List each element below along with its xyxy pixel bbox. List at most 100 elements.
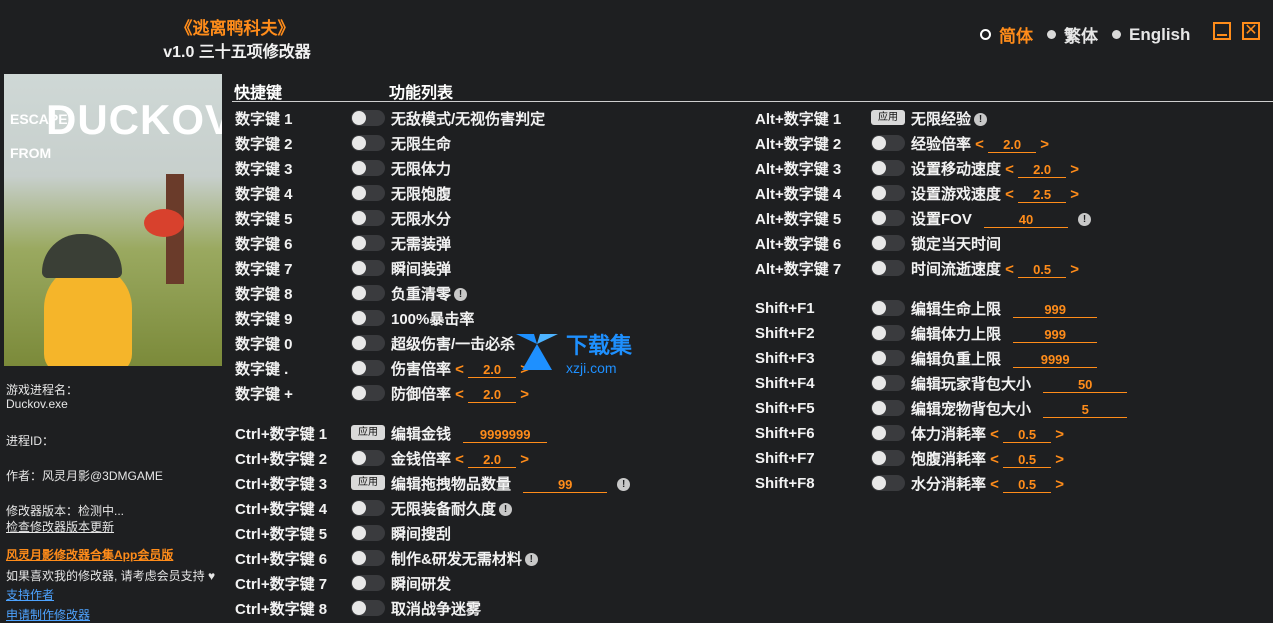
- feature-toggle[interactable]: [351, 550, 385, 566]
- apply-button[interactable]: 应用: [351, 475, 385, 490]
- feature-toggle[interactable]: [871, 160, 905, 176]
- check-update-link[interactable]: 检查修改器版本更新: [6, 518, 114, 535]
- apply-button[interactable]: 应用: [351, 425, 385, 440]
- feature-toggle[interactable]: [351, 360, 385, 376]
- feature-label: 无限经验!: [911, 108, 988, 129]
- decrease-arrow-icon[interactable]: <: [1001, 186, 1018, 203]
- value-field[interactable]: 0.5: [1003, 477, 1052, 493]
- value-field[interactable]: 0.5: [1003, 427, 1052, 443]
- value-field[interactable]: 2.0: [468, 452, 517, 468]
- info-icon[interactable]: !: [524, 553, 538, 567]
- hotkey-label: Shift+F2: [755, 324, 815, 342]
- hotkey-label: Ctrl+数字键 5: [235, 525, 328, 543]
- value-input[interactable]: 40: [984, 212, 1069, 228]
- feature-label: 瞬间装弹: [391, 258, 451, 279]
- value-field[interactable]: 0.5: [1003, 452, 1052, 468]
- increase-arrow-icon[interactable]: >: [1051, 426, 1064, 443]
- decrease-arrow-icon[interactable]: <: [986, 451, 1003, 468]
- feature-row: Ctrl+数字键 2 金钱倍率 < 2.0 >: [235, 448, 735, 468]
- decrease-arrow-icon[interactable]: <: [1001, 261, 1018, 278]
- feature-toggle[interactable]: [351, 525, 385, 541]
- feature-toggle[interactable]: [351, 600, 385, 616]
- feature-toggle[interactable]: [351, 285, 385, 301]
- increase-arrow-icon[interactable]: >: [516, 386, 529, 403]
- feature-toggle[interactable]: [871, 450, 905, 466]
- feature-toggle[interactable]: [871, 375, 905, 391]
- increase-arrow-icon[interactable]: >: [516, 451, 529, 468]
- increase-arrow-icon[interactable]: >: [1051, 451, 1064, 468]
- lang-simplified[interactable]: 简体: [980, 22, 1033, 47]
- feature-toggle[interactable]: [351, 210, 385, 226]
- value-field[interactable]: 2.0: [1018, 162, 1067, 178]
- value-input[interactable]: 99: [523, 477, 608, 493]
- feature-toggle[interactable]: [351, 185, 385, 201]
- feature-label-text: 时间流逝速度: [911, 260, 1002, 278]
- close-button[interactable]: ✕: [1242, 22, 1260, 40]
- info-icon[interactable]: !: [974, 113, 988, 127]
- decrease-arrow-icon[interactable]: <: [451, 361, 468, 378]
- feature-toggle[interactable]: [871, 325, 905, 341]
- support-author-link[interactable]: 支持作者: [6, 586, 54, 603]
- increase-arrow-icon[interactable]: >: [1036, 136, 1049, 153]
- info-icon[interactable]: !: [499, 503, 513, 517]
- info-icon[interactable]: !: [454, 288, 468, 302]
- feature-toggle[interactable]: [871, 425, 905, 441]
- feature-toggle[interactable]: [351, 575, 385, 591]
- feature-toggle[interactable]: [351, 260, 385, 276]
- lang-english[interactable]: English: [1112, 25, 1190, 45]
- feature-toggle[interactable]: [871, 235, 905, 251]
- increase-arrow-icon[interactable]: >: [1066, 261, 1079, 278]
- hotkey-label: Shift+F7: [755, 449, 815, 467]
- feature-toggle[interactable]: [871, 210, 905, 226]
- decrease-arrow-icon[interactable]: <: [986, 476, 1003, 493]
- value-input[interactable]: 999: [1013, 302, 1098, 318]
- info-icon[interactable]: !: [1078, 213, 1092, 227]
- value-field[interactable]: 2.0: [468, 387, 517, 403]
- info-icon[interactable]: !: [617, 478, 631, 492]
- feature-toggle[interactable]: [351, 450, 385, 466]
- feature-toggle[interactable]: [871, 350, 905, 366]
- increase-arrow-icon[interactable]: >: [1066, 161, 1079, 178]
- language-selector: 简体 繁体 English: [980, 22, 1204, 47]
- value-input[interactable]: 9999: [1013, 352, 1098, 368]
- feature-toggle[interactable]: [351, 310, 385, 326]
- decrease-arrow-icon[interactable]: <: [1001, 161, 1018, 178]
- feature-toggle[interactable]: [871, 260, 905, 276]
- value-input[interactable]: 50: [1043, 377, 1128, 393]
- feature-row: Shift+F4 编辑玩家背包大小 50: [755, 373, 1255, 393]
- feature-toggle[interactable]: [871, 300, 905, 316]
- value-field[interactable]: 2.5: [1018, 187, 1067, 203]
- hotkey-label: 数字键 9: [235, 310, 293, 328]
- decrease-arrow-icon[interactable]: <: [971, 136, 988, 153]
- minimize-button[interactable]: [1213, 22, 1231, 40]
- value-input[interactable]: 9999999: [463, 427, 548, 443]
- feature-toggle[interactable]: [351, 500, 385, 516]
- increase-arrow-icon[interactable]: >: [1066, 186, 1079, 203]
- value-field[interactable]: 0.5: [1018, 262, 1067, 278]
- apply-button[interactable]: 应用: [871, 110, 905, 125]
- feature-toggle[interactable]: [351, 160, 385, 176]
- feature-toggle[interactable]: [351, 135, 385, 151]
- value-field[interactable]: 2.0: [468, 362, 517, 378]
- feature-toggle[interactable]: [351, 385, 385, 401]
- increase-arrow-icon[interactable]: >: [1051, 476, 1064, 493]
- feature-toggle[interactable]: [351, 110, 385, 126]
- decrease-arrow-icon[interactable]: <: [451, 451, 468, 468]
- value-field[interactable]: 2.0: [988, 137, 1037, 153]
- feature-label-text: 设置FOV: [911, 210, 972, 228]
- feature-toggle[interactable]: [871, 400, 905, 416]
- feature-label: 100%暴击率: [391, 308, 474, 329]
- feature-toggle[interactable]: [871, 185, 905, 201]
- app-link[interactable]: 风灵月影修改器合集App会员版: [6, 546, 173, 563]
- feature-toggle[interactable]: [871, 475, 905, 491]
- decrease-arrow-icon[interactable]: <: [451, 386, 468, 403]
- feature-toggle[interactable]: [871, 135, 905, 151]
- decrease-arrow-icon[interactable]: <: [986, 426, 1003, 443]
- lang-traditional[interactable]: 繁体: [1047, 22, 1098, 47]
- feature-toggle[interactable]: [351, 335, 385, 351]
- feature-toggle[interactable]: [351, 235, 385, 251]
- value-input[interactable]: 999: [1013, 327, 1098, 343]
- value-input[interactable]: 5: [1043, 402, 1128, 418]
- request-trainer-link[interactable]: 申请制作修改器: [6, 606, 90, 623]
